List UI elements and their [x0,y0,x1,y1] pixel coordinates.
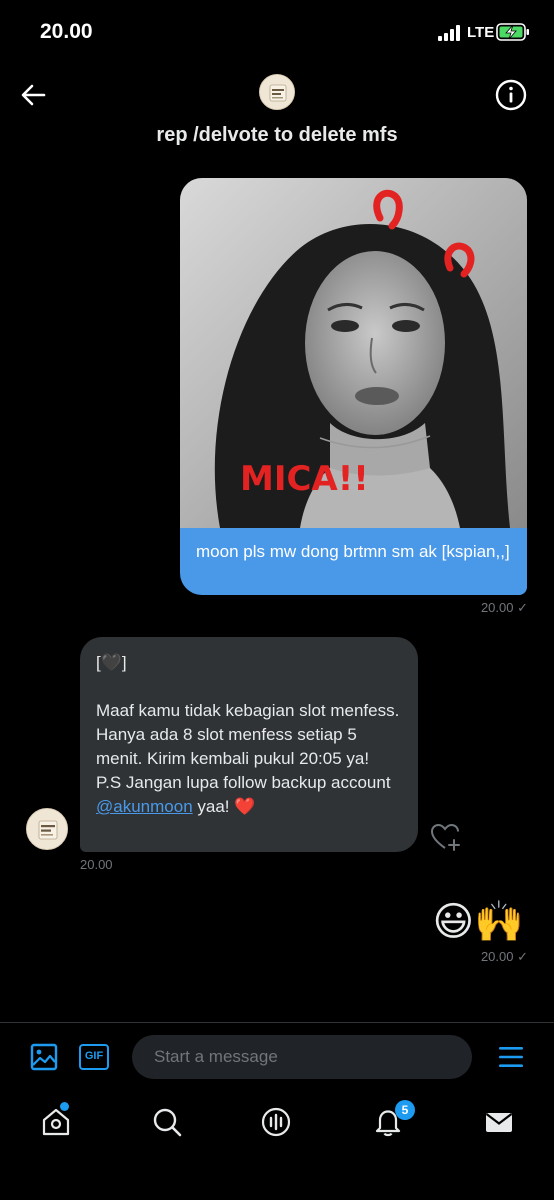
received-message[interactable]: [🖤] Maaf kamu tidak kebagian slot menfes… [80,637,418,852]
message-composer: GIF [0,1022,554,1092]
message-line: Maaf kamu tidak kebagian slot menfess. H… [96,701,400,768]
sent-emoji-message[interactable]: 😃🙌 [432,898,524,946]
avatar-logo-icon [260,75,294,109]
mention-link[interactable]: @akunmoon [96,797,193,816]
network-label: LTE [467,24,495,41]
add-reaction-icon[interactable] [430,822,462,852]
message-input[interactable] [132,1035,472,1079]
conversation-header: rep /delvote to delete mfs [0,64,554,164]
home-icon[interactable] [40,1106,72,1138]
menu-icon[interactable] [498,1045,524,1069]
message-line: [🖤] [96,653,127,672]
search-icon[interactable] [151,1106,183,1138]
spaces-icon[interactable] [260,1106,292,1138]
sender-avatar[interactable] [26,808,68,850]
home-unread-dot [60,1102,69,1111]
notification-count-badge: 5 [395,1100,415,1120]
conversation-title: rep /delvote to delete mfs [156,124,398,146]
status-time: 20.00 [40,20,93,43]
battery-charging-icon [496,23,529,41]
photo-illustration: MICA!! [180,178,527,528]
image-icon[interactable] [30,1043,58,1071]
message-line: P.S Jangan lupa follow backup account [96,773,391,792]
conversation-avatar[interactable] [259,74,295,110]
sent-photo[interactable]: MICA!! [180,178,527,528]
gif-button[interactable]: GIF [79,1044,109,1070]
signal-icon [438,25,462,41]
message-line-tail: yaa! ❤️ [192,797,256,816]
sent-message-caption[interactable]: moon pls mw dong brtmn sm ak [kspian,,] [180,528,527,595]
svg-text:MICA!!: MICA!! [240,459,369,499]
message-timestamp: 20.00 [80,857,113,872]
message-timestamp: 20.00 ✓ [480,949,528,964]
back-arrow-icon[interactable] [18,80,48,110]
avatar-logo-icon [27,809,67,849]
message-line-blank [96,675,402,699]
message-timestamp: 20.00 ✓ [480,600,528,615]
messages-envelope-icon[interactable] [483,1106,515,1138]
bottom-navigation: 5 [0,1092,554,1200]
info-icon[interactable] [494,78,528,112]
status-bar: 20.00 LTE [0,0,554,64]
